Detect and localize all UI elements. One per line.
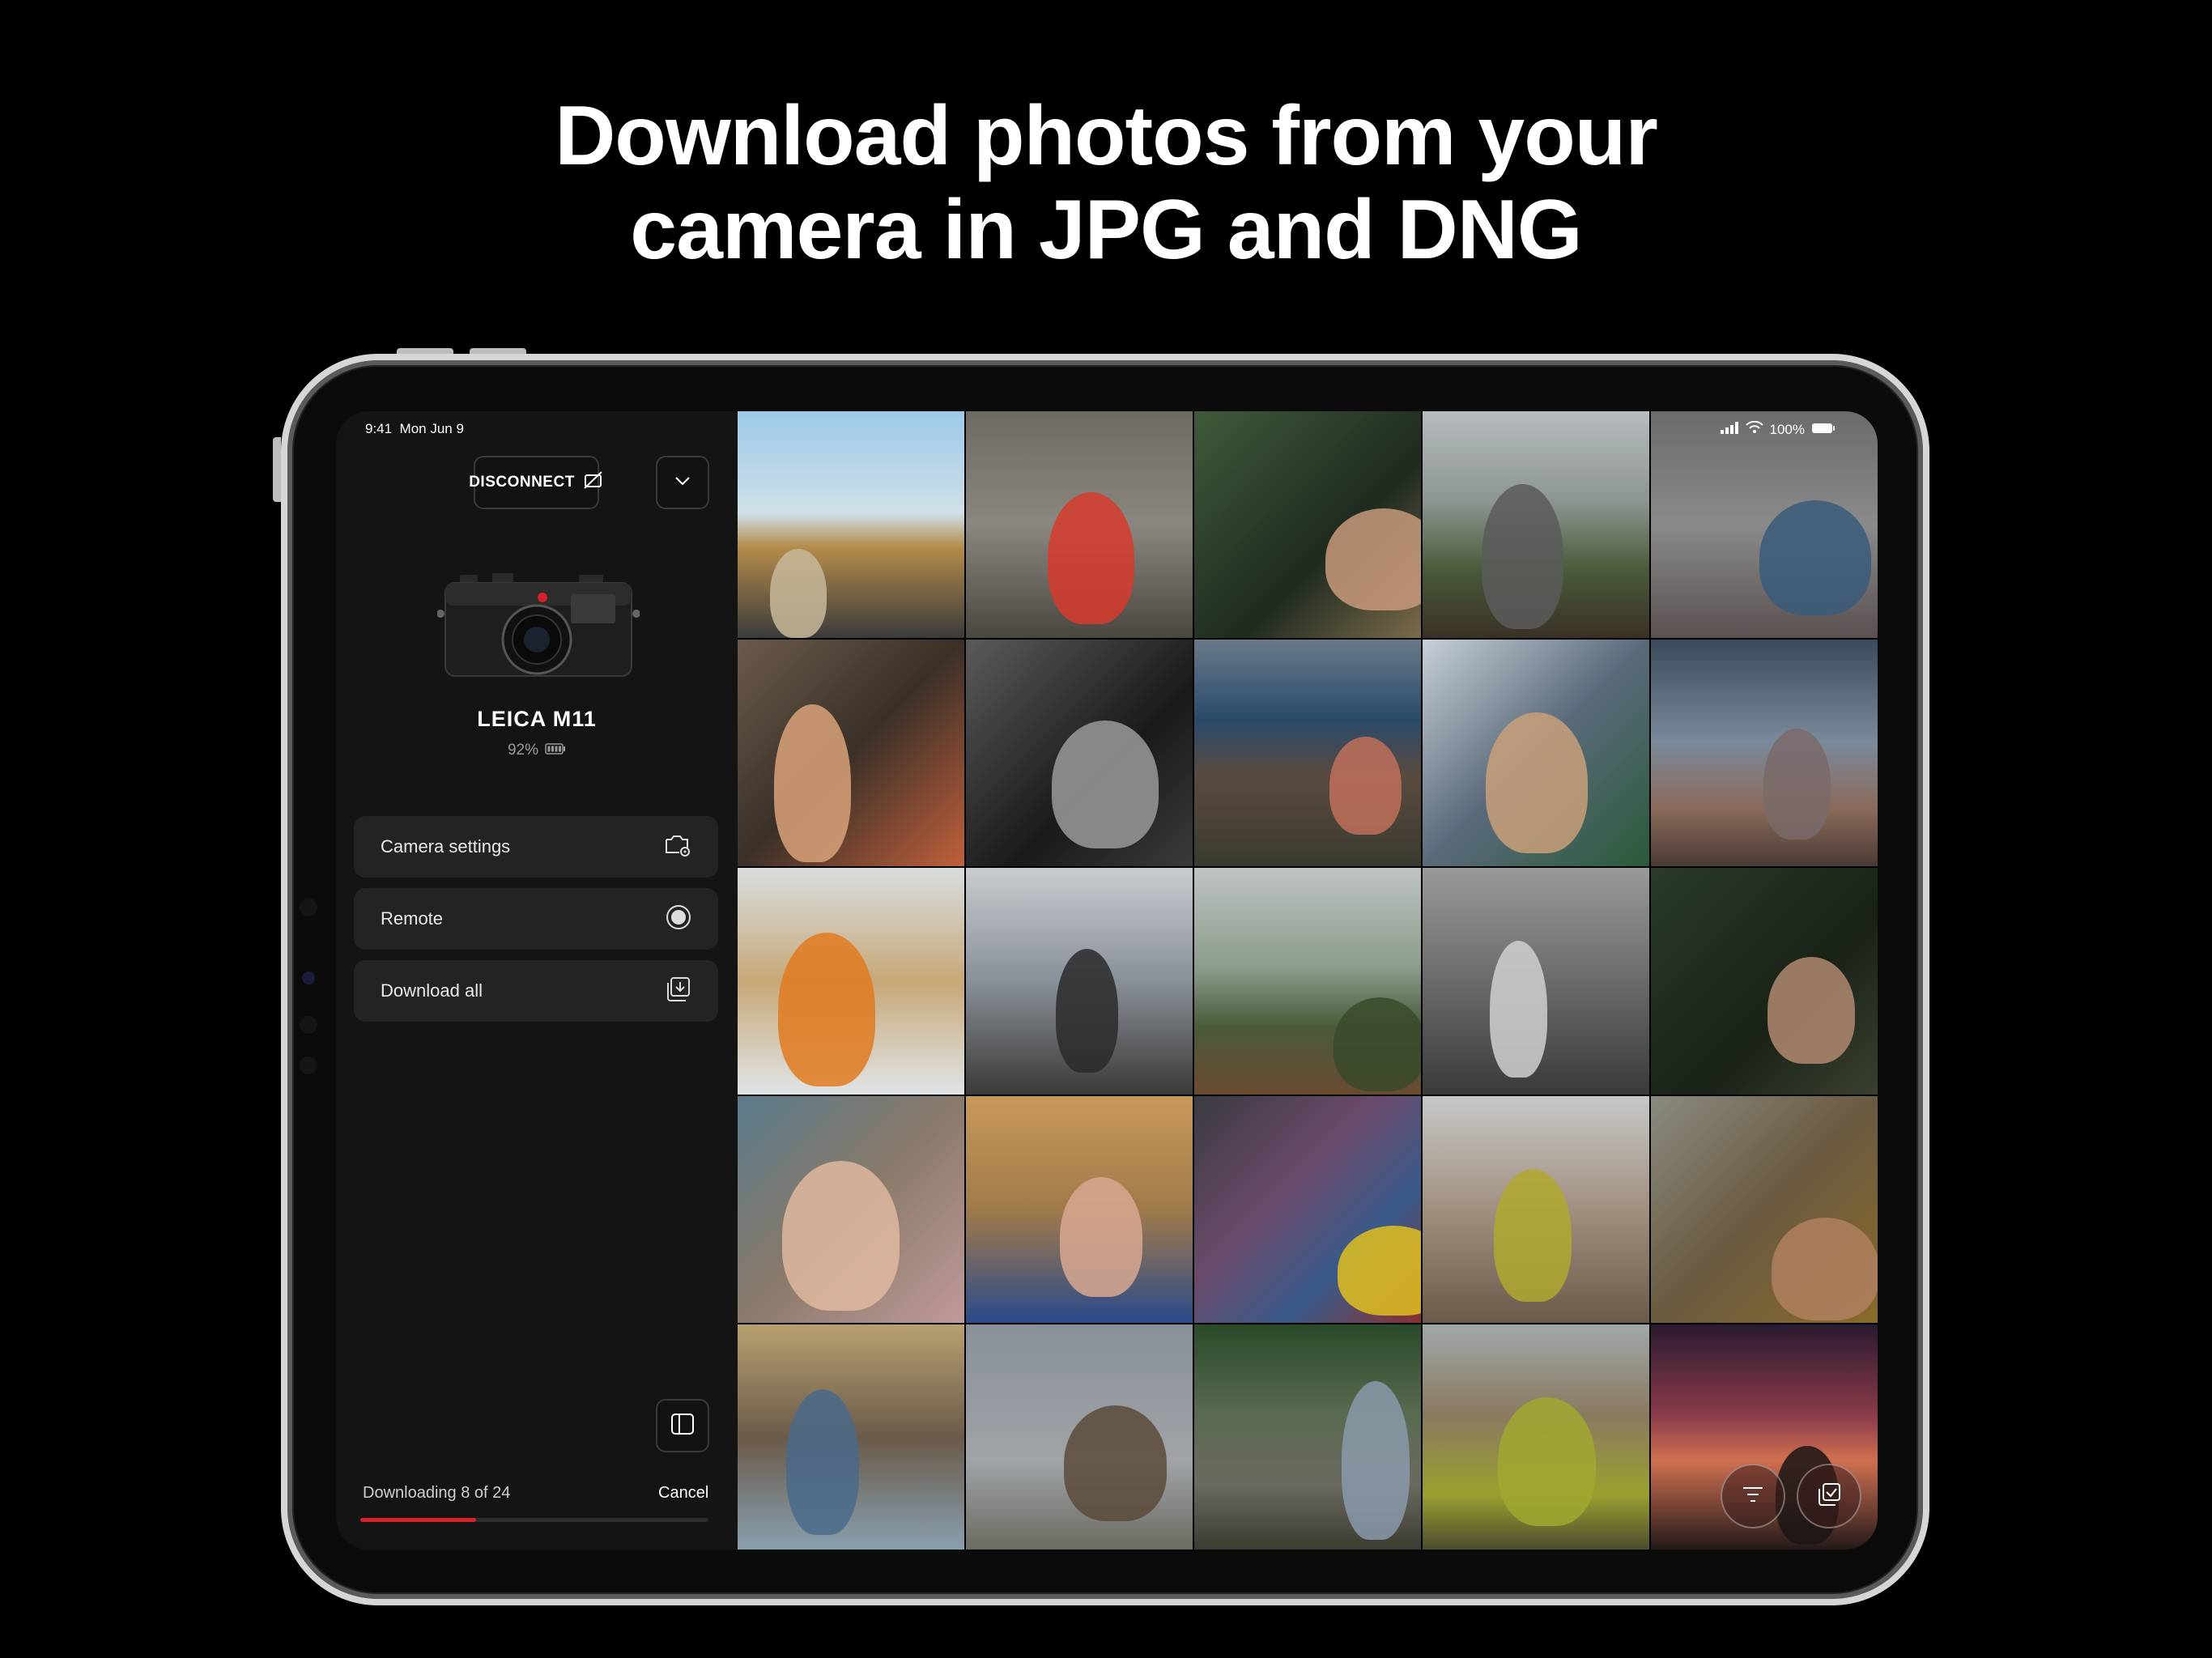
photo-thumbnail[interactable] [1423, 411, 1649, 638]
tablet-screen: 9:41 Mon Jun 9 DISCONNECT LEICA M11 92% … [336, 411, 1878, 1550]
front-camera [302, 971, 315, 984]
photo-thumbnail[interactable] [1423, 868, 1649, 1095]
photo-thumbnail[interactable] [966, 1324, 1193, 1550]
photo-thumbnail[interactable] [1194, 1096, 1421, 1323]
sensor-dot [300, 899, 317, 916]
remote-label: Remote [381, 908, 444, 929]
camera-settings-label: Camera settings [381, 836, 511, 857]
photo-thumbnail[interactable] [1423, 640, 1649, 866]
photo-subject [1329, 737, 1402, 835]
photo-subject [1772, 1218, 1878, 1320]
download-all-icon [665, 976, 692, 1007]
status-battery-icon [1811, 422, 1836, 438]
photo-thumbnail[interactable] [1194, 1324, 1421, 1550]
photo-subject [1767, 957, 1855, 1064]
photo-grid [738, 411, 1878, 1550]
photo-subject [786, 1389, 859, 1535]
photo-thumbnail[interactable] [966, 868, 1193, 1095]
download-status: Downloading 8 of 24 [363, 1484, 511, 1502]
photo-subject [1342, 1381, 1410, 1540]
select-button[interactable] [1797, 1464, 1861, 1528]
photo-subject [1064, 1405, 1167, 1521]
cancel-download-button[interactable]: Cancel [658, 1484, 708, 1503]
status-bar-right: 100% [1720, 420, 1836, 438]
sidebar-toggle-button[interactable] [656, 1399, 709, 1452]
status-time: 9:41 [365, 421, 393, 436]
filter-icon [1741, 1486, 1765, 1507]
camera-settings-icon [663, 833, 692, 861]
chevron-down-icon [674, 475, 691, 490]
photo-thumbnail[interactable] [1651, 1096, 1878, 1323]
photo-thumbnail[interactable] [966, 1096, 1193, 1323]
photo-subject [1060, 1177, 1142, 1297]
disconnect-label: DISCONNECT [469, 474, 575, 491]
camera-battery-level: 92% [507, 742, 539, 759]
download-all-label: Download all [381, 980, 483, 1001]
cellular-icon [1720, 421, 1739, 438]
photo-thumbnail[interactable] [1194, 868, 1421, 1095]
status-time-date: 9:41 Mon Jun 9 [365, 421, 464, 437]
download-progress-fill [360, 1518, 477, 1522]
photo-thumbnail[interactable] [966, 640, 1193, 866]
photo-subject [1486, 712, 1588, 853]
photo-subject [1490, 941, 1547, 1078]
photo-thumbnail[interactable] [738, 1096, 964, 1323]
photo-subject [1498, 1397, 1596, 1526]
photo-thumbnail[interactable] [1423, 1096, 1649, 1323]
photo-thumbnail[interactable] [1651, 411, 1878, 638]
photo-subject [1482, 484, 1563, 629]
disconnect-button[interactable]: DISCONNECT [469, 456, 602, 509]
photo-subject [1056, 949, 1118, 1073]
photo-thumbnail[interactable] [1423, 1324, 1649, 1550]
photo-subject [1338, 1226, 1421, 1316]
camera-image [436, 565, 640, 687]
camera-name: LEICA M11 [477, 707, 597, 731]
status-battery-level: 100% [1769, 421, 1805, 437]
photo-thumbnail[interactable] [738, 868, 964, 1095]
status-date: Mon Jun 9 [399, 421, 464, 436]
headline: Download photos from your camera in JPG … [0, 89, 2212, 277]
battery-icon [545, 742, 566, 759]
photo-subject [1052, 721, 1159, 848]
headline-line-2: camera in JPG and DNG [630, 183, 1582, 277]
remote-button[interactable]: Remote [354, 888, 718, 950]
sidebar: 9:41 Mon Jun 9 DISCONNECT LEICA M11 92% … [336, 411, 738, 1550]
photo-subject [1494, 1169, 1572, 1302]
photo-subject [1048, 492, 1134, 624]
wifi-icon [1745, 420, 1763, 438]
photo-subject [1763, 729, 1831, 840]
photo-thumbnail[interactable] [1651, 640, 1878, 866]
multi-select-icon [1816, 1482, 1842, 1511]
photo-subject [1759, 500, 1871, 615]
photo-thumbnail[interactable] [738, 1324, 964, 1550]
shutter-icon [665, 903, 692, 935]
camera-battery: 92% [336, 742, 738, 759]
headline-line-1: Download photos from your [555, 89, 1658, 183]
photo-subject [782, 1161, 900, 1311]
photo-thumbnail[interactable] [1194, 640, 1421, 866]
download-progress [360, 1518, 708, 1522]
filter-button[interactable] [1721, 1464, 1785, 1528]
photo-thumbnail[interactable] [966, 411, 1193, 638]
photo-subject [778, 933, 875, 1086]
photo-thumbnail[interactable] [738, 640, 964, 866]
photo-thumbnail[interactable] [1194, 411, 1421, 638]
photo-subject [774, 704, 851, 862]
device-side-button [273, 437, 281, 502]
sidebar-icon [670, 1413, 695, 1439]
photo-subject [1325, 508, 1421, 610]
sensor-dot [300, 1016, 317, 1034]
sensor-dot [300, 1056, 317, 1074]
camera-menu-button[interactable] [656, 456, 709, 509]
download-all-button[interactable]: Download all [354, 960, 718, 1022]
disconnect-icon [583, 470, 604, 495]
camera-settings-button[interactable]: Camera settings [354, 816, 718, 878]
photo-thumbnail[interactable] [1651, 868, 1878, 1095]
photo-subject [1334, 997, 1421, 1091]
photo-subject [770, 549, 827, 638]
photo-thumbnail[interactable] [738, 411, 964, 638]
